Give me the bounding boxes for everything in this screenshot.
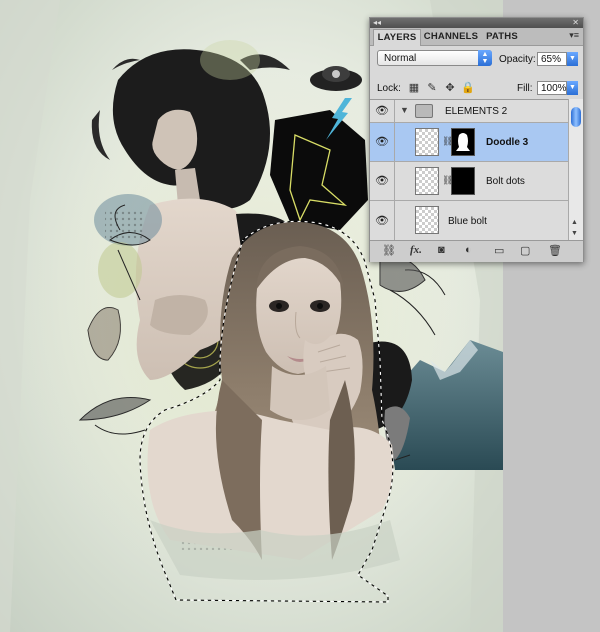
tab-paths[interactable]: PATHS — [484, 29, 520, 45]
link-chain-icon[interactable]: ⛓ — [442, 175, 453, 186]
lock-label: Lock: — [377, 83, 401, 94]
layers-scrollbar[interactable]: ▲ ▼ — [568, 99, 583, 240]
panel-menu-icon[interactable]: ▾≡ — [569, 30, 579, 41]
fx-icon[interactable]: fx. — [410, 244, 422, 256]
add-mask-icon[interactable]: ◙ — [438, 244, 445, 256]
chevron-updown-icon: ▲ ▼ — [478, 50, 492, 66]
new-layer-icon[interactable]: ▢ — [520, 244, 530, 257]
blend-mode-value: Normal — [384, 53, 417, 64]
lock-transparency-icon[interactable]: ▦ — [407, 81, 421, 95]
link-icon[interactable]: ⛓ — [382, 244, 396, 257]
folder-icon — [415, 104, 433, 118]
eye-icon[interactable]: 👁 — [370, 201, 395, 241]
scroll-up-icon[interactable]: ▲ — [571, 219, 578, 226]
fill-dropdown-icon[interactable]: ▼ — [567, 81, 578, 95]
lock-pixels-icon[interactable]: ✎ — [425, 81, 439, 95]
layers-list: 👁 ▼ ELEMENTS 2 👁 ⛓ Doodle 3 👁 ⛓ Bolt dot… — [370, 99, 568, 241]
trash-icon[interactable]: 🗑 — [548, 244, 562, 257]
opacity-dropdown-icon[interactable]: ▼ — [567, 52, 578, 66]
lock-position-icon[interactable]: ✥ — [443, 81, 457, 95]
eye-icon[interactable]: 👁 — [370, 123, 395, 161]
fill-label: Fill: — [517, 83, 533, 94]
layer-name: Blue bolt — [448, 216, 487, 227]
layer-row-blue-bolt[interactable]: 👁 Blue bolt — [370, 201, 568, 241]
layer-thumbnail — [415, 128, 439, 156]
group-icon[interactable]: ▭ — [494, 244, 504, 257]
close-icon[interactable]: ✕ — [572, 18, 579, 28]
eye-icon[interactable]: 👁 — [370, 100, 395, 122]
blend-mode-select[interactable]: Normal ▲ ▼ — [377, 50, 492, 66]
photoshop-workspace: ◂◂ ✕ LAYERS CHANNELS PATHS ▾≡ Normal ▲ ▼ … — [0, 0, 600, 632]
link-chain-icon[interactable]: ⛓ — [442, 136, 453, 147]
tab-layers[interactable]: LAYERS — [373, 29, 421, 46]
layer-row-bolt-dots[interactable]: 👁 ⛓ Bolt dots — [370, 162, 568, 201]
panel-tabs: LAYERS CHANNELS PATHS ▾≡ — [370, 28, 583, 46]
layer-row-doodle-3[interactable]: 👁 ⛓ Doodle 3 — [370, 123, 568, 162]
panel-title-bar[interactable]: ◂◂ ✕ — [370, 18, 583, 28]
layer-mask-thumbnail[interactable] — [451, 167, 475, 195]
fill-field[interactable]: 100% — [537, 81, 567, 95]
collapse-icon[interactable]: ◂◂ — [373, 18, 381, 28]
eye-icon[interactable]: 👁 — [370, 162, 395, 200]
layer-thumbnail — [415, 206, 439, 234]
layer-row-elements-2[interactable]: 👁 ▼ ELEMENTS 2 — [370, 100, 568, 123]
layer-name: ELEMENTS 2 — [445, 106, 508, 117]
opacity-label: Opacity: — [499, 54, 536, 65]
scroll-down-icon[interactable]: ▼ — [571, 230, 578, 237]
lock-options: ▦ ✎ ✥ 🔒 — [407, 81, 479, 95]
panel-bottom-bar: ⛓ fx. ◙ ◐ ▭ ▢ 🗑 — [370, 240, 583, 262]
layers-panel[interactable]: ◂◂ ✕ LAYERS CHANNELS PATHS ▾≡ Normal ▲ ▼ … — [369, 17, 584, 262]
scrollbar-thumb[interactable] — [571, 107, 581, 127]
opacity-field[interactable]: 65% — [537, 52, 567, 66]
tab-channels[interactable]: CHANNELS — [422, 29, 480, 45]
layer-thumbnail — [415, 167, 439, 195]
layer-name: Doodle 3 — [486, 137, 529, 148]
disclosure-triangle-icon[interactable]: ▼ — [400, 105, 409, 115]
layer-mask-thumbnail[interactable] — [451, 128, 475, 156]
lock-all-icon[interactable]: 🔒 — [461, 81, 475, 95]
adjustment-icon[interactable]: ◐ — [465, 244, 472, 256]
layer-name: Bolt dots — [486, 176, 525, 187]
